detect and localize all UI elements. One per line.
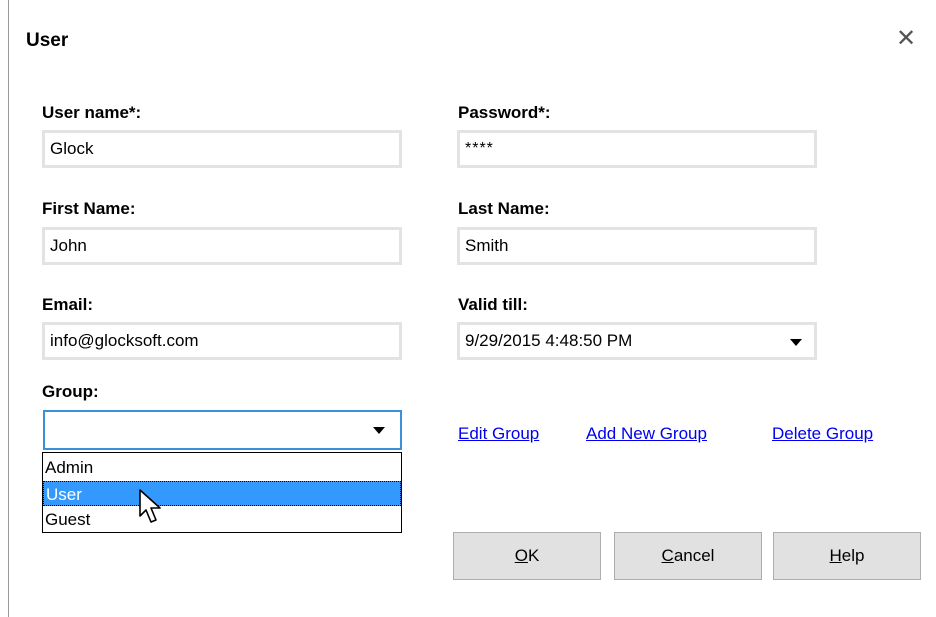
group-option-user[interactable]: User — [43, 481, 401, 506]
ok-button[interactable]: OK — [453, 532, 601, 580]
username-label: User name*: — [42, 103, 142, 122]
lastname-label: Last Name: — [458, 199, 550, 218]
password-label: Password*: — [458, 103, 551, 122]
help-label: elp — [841, 546, 865, 565]
group-option-admin[interactable]: Admin — [43, 455, 401, 480]
cancel-button[interactable]: Cancel — [614, 532, 762, 580]
chevron-down-icon[interactable] — [790, 339, 802, 346]
delete-group-link[interactable]: Delete Group — [772, 424, 873, 444]
dialog-title: User — [26, 30, 69, 51]
lastname-field[interactable]: Smith — [457, 227, 817, 265]
username-field[interactable]: Glock — [42, 130, 402, 168]
help-mnemonic: H — [829, 546, 842, 565]
ok-mnemonic: O — [514, 546, 528, 565]
dialog-border — [8, 0, 9, 617]
group-label: Group: — [42, 382, 99, 401]
email-field[interactable]: info@glocksoft.com — [42, 322, 402, 360]
ok-label: K — [527, 546, 540, 565]
validtill-datepicker[interactable]: 9/29/2015 4:48:50 PM — [457, 322, 817, 360]
validtill-label: Valid till: — [458, 295, 528, 314]
help-button[interactable]: Help — [773, 532, 921, 580]
group-option-guest[interactable]: Guest — [43, 507, 401, 532]
firstname-label: First Name: — [42, 199, 136, 218]
group-dropdown-list: Admin User Guest — [42, 452, 402, 533]
password-field[interactable]: **** — [457, 130, 817, 168]
user-dialog: User ✕ User name*: Glock Password*: ****… — [0, 0, 936, 617]
close-icon[interactable]: ✕ — [893, 26, 919, 52]
group-select[interactable] — [43, 410, 402, 450]
cancel-mnemonic: C — [661, 546, 674, 565]
add-new-group-link[interactable]: Add New Group — [586, 424, 707, 444]
validtill-value: 9/29/2015 4:48:50 PM — [465, 331, 633, 350]
edit-group-link[interactable]: Edit Group — [458, 424, 539, 444]
email-label: Email: — [42, 295, 94, 314]
cancel-label: ancel — [673, 546, 715, 565]
mouse-cursor-icon — [139, 489, 161, 523]
firstname-field[interactable]: John — [42, 227, 402, 265]
chevron-down-icon[interactable] — [373, 427, 385, 434]
